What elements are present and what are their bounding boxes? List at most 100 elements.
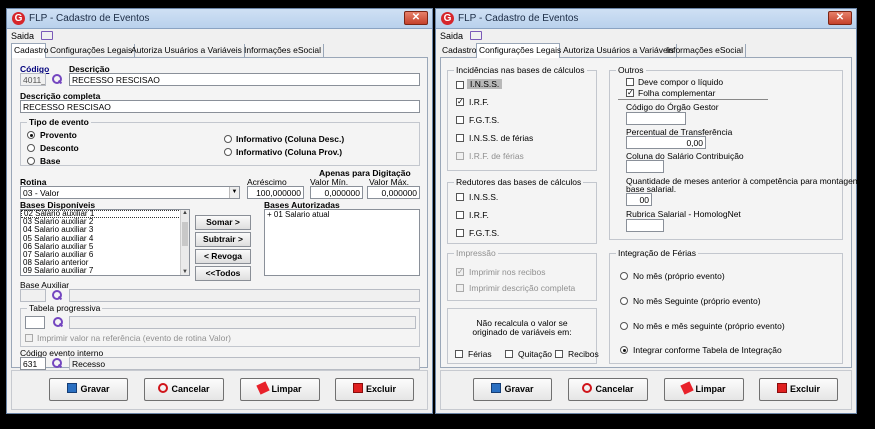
gravar-button[interactable]: Gravar <box>473 378 552 401</box>
tabela-progressiva-input[interactable] <box>25 316 45 329</box>
recibos-checkbox[interactable] <box>555 350 563 358</box>
bases-disponiveis-list[interactable]: 02 Salario auxiliar 1 03 Salario auxilia… <box>20 209 190 276</box>
incid-fgts-label: F.G.T.S. <box>469 115 500 125</box>
somar-button[interactable]: Somar > <box>195 215 251 230</box>
search-icon[interactable] <box>51 358 62 369</box>
ferias-checkbox[interactable] <box>455 350 463 358</box>
quitacao-checkbox[interactable] <box>505 350 513 358</box>
orgao-gestor-input[interactable] <box>626 112 686 125</box>
cadastro-eventos-window-cadastro: G FLP - Cadastro de Eventos ✕ Saida Cada… <box>6 8 433 414</box>
tab-configuracoes-legais[interactable]: Configurações Legais <box>48 44 136 57</box>
integracao-ferias-label: Integração de Férias <box>616 248 698 258</box>
list-item[interactable]: 09 Salario auxiliar 7 <box>21 267 189 275</box>
base-auxiliar-input[interactable] <box>20 289 46 302</box>
tab-configuracoes-legais[interactable]: Configurações Legais <box>476 43 561 58</box>
scrollbar[interactable]: ▲ ▼ <box>180 210 189 275</box>
cancel-icon <box>158 383 169 393</box>
cancelar-button[interactable]: Cancelar <box>568 378 648 401</box>
tab-autoriza-usuarios[interactable]: Autoriza Usuários a Variáveis <box>561 44 677 57</box>
valor-min-input[interactable]: 0,000000 <box>310 186 363 199</box>
scroll-down-icon[interactable]: ▼ <box>182 269 188 275</box>
qtd-meses-input[interactable]: 00 <box>626 193 652 206</box>
tab-cadastro[interactable]: Cadastro <box>440 44 480 57</box>
incid-inss-ferias-checkbox[interactable] <box>456 134 464 142</box>
search-icon[interactable] <box>51 74 62 85</box>
coluna-salario-input[interactable] <box>626 160 664 173</box>
radio-informativo-prov[interactable] <box>224 148 232 156</box>
folha-complementar-checkbox[interactable]: ✓ <box>626 89 634 97</box>
excluir-button[interactable]: Excluir <box>335 378 414 401</box>
tab-informacoes-esocial[interactable]: Informações eSocial <box>664 44 747 57</box>
imprimir-referencia-checkbox[interactable] <box>25 334 33 342</box>
scroll-thumb[interactable] <box>182 222 188 246</box>
title-bar: G FLP - Cadastro de Eventos ✕ <box>436 9 856 29</box>
chat-icon[interactable] <box>470 31 482 40</box>
redut-inss-checkbox[interactable] <box>456 193 464 201</box>
excluir-button[interactable]: Excluir <box>759 378 838 401</box>
chat-icon[interactable] <box>41 31 53 40</box>
cancelar-button[interactable]: Cancelar <box>144 378 224 401</box>
cancelar-label: Cancelar <box>595 384 634 394</box>
radio-provento[interactable] <box>27 131 35 139</box>
deve-compor-liquido-label: Deve compor o líquido <box>638 77 724 87</box>
radio-mes-e-seguinte[interactable] <box>620 322 628 330</box>
tab-autoriza-usuarios[interactable]: Autoriza Usuários a Variáveis <box>129 44 245 57</box>
rotina-select[interactable]: 03 - Valor ▼ <box>20 186 240 199</box>
redut-fgts-checkbox[interactable] <box>456 229 464 237</box>
radio-informativo-desc[interactable] <box>224 135 232 143</box>
revoga-button[interactable]: < Revoga <box>195 249 251 264</box>
save-icon <box>67 383 78 393</box>
tabela-progressiva-desc <box>69 316 416 329</box>
tab-informacoes-esocial[interactable]: Informações eSocial <box>242 44 325 57</box>
radio-mes-seguinte[interactable] <box>620 297 628 305</box>
radio-desconto[interactable] <box>27 144 35 152</box>
incid-irf-checkbox[interactable]: ✓ <box>456 98 464 106</box>
window-title: FLP - Cadastro de Eventos <box>458 13 579 24</box>
deve-compor-liquido-checkbox[interactable] <box>626 78 634 86</box>
search-icon[interactable] <box>52 317 63 328</box>
valor-max-input[interactable]: 0,000000 <box>367 186 420 199</box>
imprimir-descricao-label: Imprimir descrição completa <box>469 283 576 293</box>
redut-irf-checkbox[interactable] <box>456 211 464 219</box>
incid-fgts-checkbox[interactable] <box>456 116 464 124</box>
codigo-input[interactable]: 4011_ <box>20 73 46 86</box>
descricao-completa-input[interactable]: RECESSO RESCISAO <box>20 100 420 113</box>
search-icon[interactable] <box>51 290 62 301</box>
redutores-group: Redutores das bases de cálculos I.N.S.S.… <box>447 177 597 244</box>
incid-inss-checkbox[interactable] <box>456 81 464 89</box>
radio-tabela-integracao[interactable] <box>620 346 628 354</box>
limpar-button[interactable]: Limpar <box>664 378 744 401</box>
limpar-button[interactable]: Limpar <box>240 378 320 401</box>
scroll-up-icon[interactable]: ▲ <box>182 210 188 216</box>
imprimir-descricao-checkbox[interactable] <box>456 284 464 292</box>
limpar-label: Limpar <box>695 384 726 394</box>
gravar-button[interactable]: Gravar <box>49 378 128 401</box>
tipo-evento-group: Tipo de evento Provento Desconto Base In… <box>20 117 420 166</box>
label-informativo-desc: Informativo (Coluna Desc.) <box>236 134 345 144</box>
close-button[interactable]: ✕ <box>404 11 428 25</box>
acrescimo-input[interactable]: 100,000000 <box>247 186 304 199</box>
bases-autorizadas-list[interactable]: + 01 Salario atual <box>264 209 420 276</box>
todos-button[interactable]: <<Todos <box>195 266 251 281</box>
orgao-gestor-label: Código do Órgão Gestor <box>626 102 719 112</box>
menu-saida[interactable]: Saida <box>440 31 463 41</box>
percentual-transferencia-input[interactable]: 0,00 <box>626 136 706 149</box>
imprimir-recibos-checkbox[interactable]: ✓ <box>456 268 464 276</box>
subtrair-button[interactable]: Subtrair > <box>195 232 251 247</box>
redut-inss-label: I.N.S.S. <box>469 192 499 202</box>
nao-recalcula-line2: originado de variáveis em: <box>472 327 572 337</box>
codigo-evento-interno-input[interactable]: 631 <box>20 357 46 370</box>
rubrica-salarial-input[interactable] <box>626 219 664 232</box>
close-button[interactable]: ✕ <box>828 11 852 25</box>
list-item[interactable]: + 01 Salario atual <box>265 210 419 219</box>
descricao-input[interactable]: RECESSO RESCISAO <box>69 73 420 86</box>
impressao-label: Impressão <box>454 248 498 258</box>
chevron-down-icon[interactable]: ▼ <box>229 187 239 198</box>
label-mes-seguinte: No mês Seguinte (próprio evento) <box>633 296 761 306</box>
incid-irf-ferias-checkbox[interactable] <box>456 152 464 160</box>
menu-saida[interactable]: Saida <box>11 31 34 41</box>
imprimir-referencia-label: Imprimir valor na referência (evento de … <box>37 333 232 343</box>
radio-base[interactable] <box>27 157 35 165</box>
tab-cadastro[interactable]: Cadastro <box>11 43 49 58</box>
radio-no-mes[interactable] <box>620 272 628 280</box>
